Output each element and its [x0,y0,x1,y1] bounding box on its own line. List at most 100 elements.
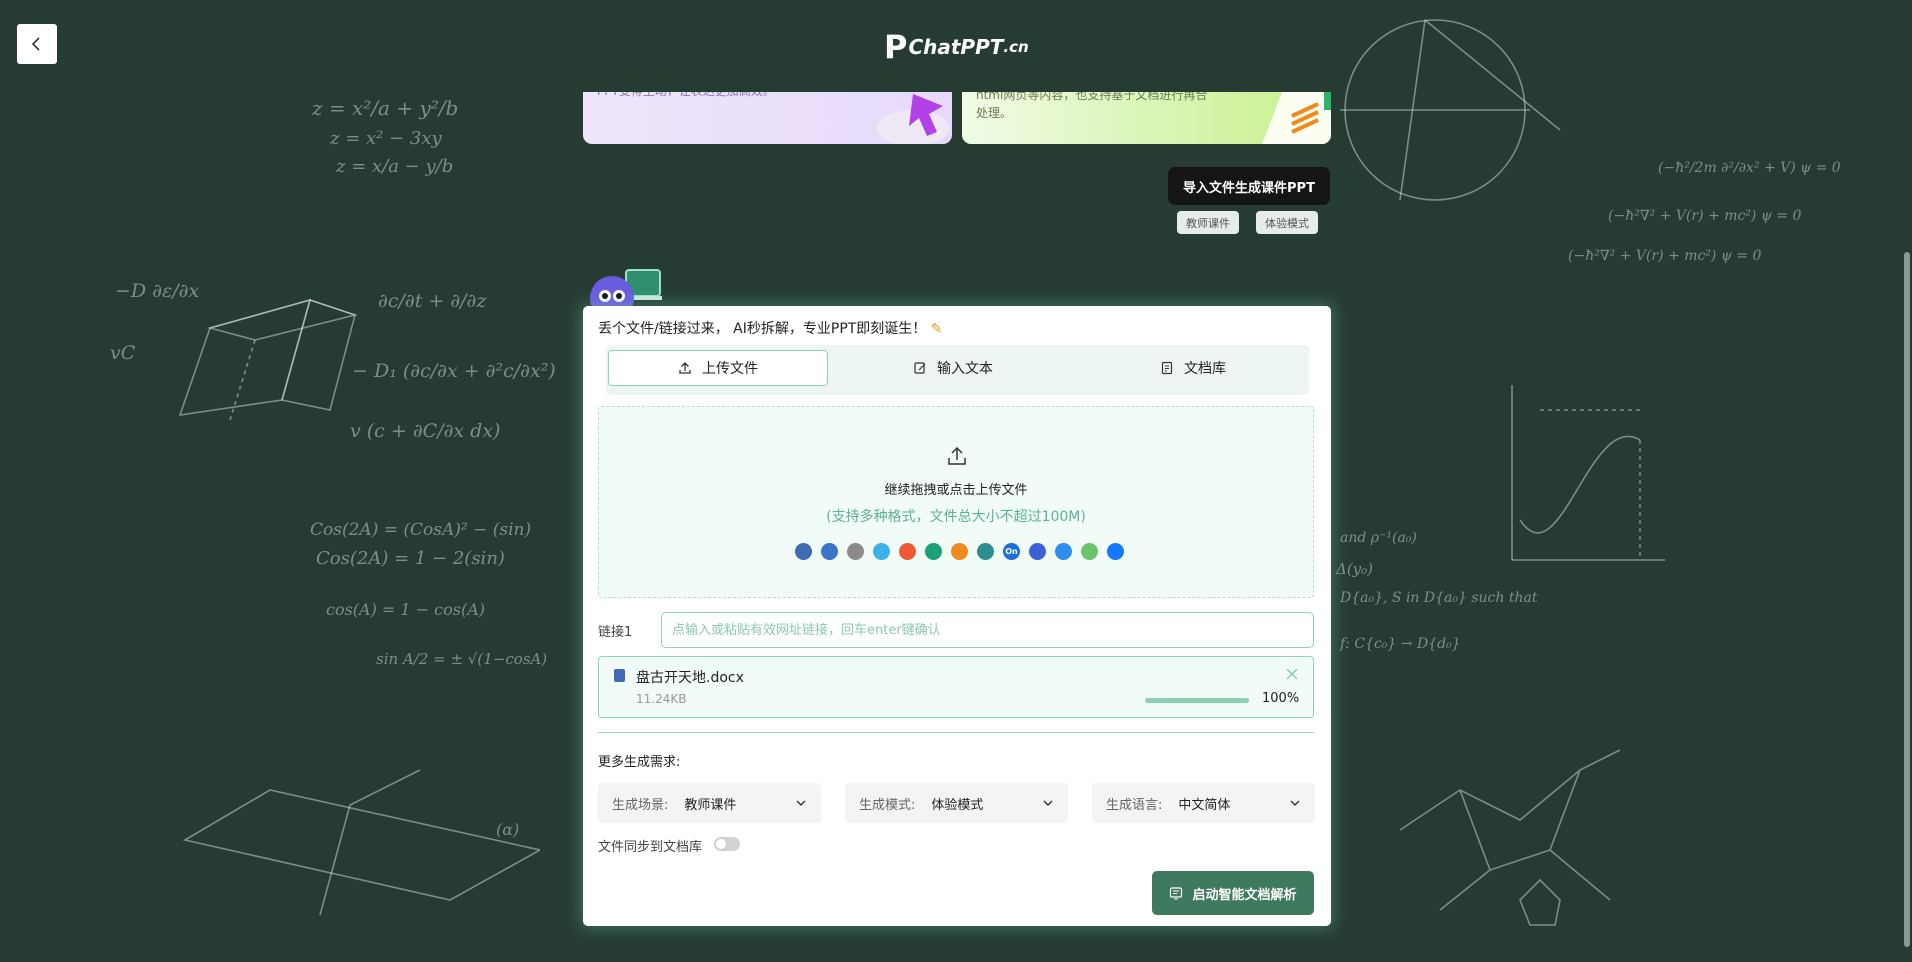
tab-document-library-label: 文档库 [1184,361,1226,377]
chalk-formula: z = x²/a + y²/b [312,96,459,120]
tag-experience-mode[interactable]: 体验模式 [1256,211,1318,234]
page-scrollbar[interactable] [1904,252,1910,947]
sync-to-library-toggle[interactable] [714,837,740,851]
upload-icon [679,362,691,374]
xmind-icon [899,543,916,560]
brush-icon: ✎ [930,321,943,337]
word-icon [795,543,812,560]
chalk-formula: and ρ⁻¹(a₀) [1340,530,1417,546]
more-options-title: 更多生成需求: [598,755,681,770]
upload-progress-fill [1145,698,1249,703]
chalk-formula: Cos(2A) = (CosA)² − (sin) [310,520,532,540]
chalk-function-graph [1511,385,1665,561]
feature-card-a[interactable]: PPT变得生动，让表达更加高效。 [583,92,952,144]
logo-suffix: .cn [1003,38,1029,56]
chalk-cube [178,298,358,421]
tab-upload-file[interactable]: 上传文件 [608,350,828,386]
chalk-formula: (α) [496,820,520,839]
chalk-formula: (−ħ²∇² + V(r) + mc²) ψ = 0 [1568,248,1762,264]
chalk-formula: v (c + ∂C/∂x dx) [350,420,501,442]
chalk-formula: cos(A) = 1 − cos(A) [326,600,486,619]
mode-select[interactable]: 生成模式: 体验模式 [845,783,1068,823]
mode-select-label: 生成模式: [859,797,916,813]
onenote-icon: On [1003,543,1020,560]
chalk-formula: f: C{c₀} → D{d₀} [1340,636,1461,652]
import-file-generate-ppt-button[interactable]: 导入文件生成课件PPT [1168,167,1330,205]
cursor-illustration-icon [877,94,949,144]
tab-upload-file-label: 上传文件 [702,361,758,377]
upload-panel: 丢个文件/链接过来， AI秒拆解，专业PPT即刻诞生！ ✎ 上传文件 输入文本 … [583,306,1331,926]
file-name: 盘古开天地.docx [636,670,744,686]
panel-title: 丢个文件/链接过来， AI秒拆解，专业PPT即刻诞生！ [598,321,927,337]
scene-select-label: 生成场景: [612,797,669,813]
chalk-formula: z = x² − 3xy [330,128,442,149]
start-parsing-label: 启动智能文档解析 [1192,887,1297,903]
ppt-icon [821,543,838,560]
logo-text: ChatPPT [908,35,1004,59]
mindmaster-icon [925,543,942,560]
scene-select-value: 教师课件 [684,797,737,813]
dropzone-main-text: 继续拖拽或点击上传文件 [884,483,1028,498]
upload-progress-text: 100% [1262,691,1300,706]
uploaded-file-item: 盘古开天地.docx 11.24KB 100% [598,656,1314,718]
chalk-formula: (−ħ²∇² + V(r) + mc²) ψ = 0 [1608,208,1802,224]
chevron-down-icon [1043,800,1053,806]
chalk-formula: −D ∂ε/∂x [115,280,200,302]
document-parse-icon [1170,887,1183,900]
tab-input-text[interactable]: 输入文本 [838,350,1068,386]
markdown-icon [977,543,994,560]
chalk-formula: Δ(y₀) [1336,560,1374,578]
feature-card-b-text-2: 处理。 [976,106,1013,120]
chalk-formula: (−ħ²/2m ∂²/∂x² + V) ψ = 0 [1658,160,1841,176]
feature-card-b-text-1: html网页等内容，也支持基于文档进行再合 [976,92,1208,102]
language-select[interactable]: 生成语言: 中文简体 [1092,783,1315,823]
document-illustration-icon [1262,92,1331,144]
back-button[interactable] [17,24,57,64]
tencent-doc-icon [1055,543,1072,560]
chalk-formula: D{a₀}, S in D{a₀} such that [1340,590,1538,606]
divider [598,732,1314,733]
start-parsing-button[interactable]: 启动智能文档解析 [1152,871,1314,915]
close-icon[interactable] [1285,667,1299,681]
chalk-formula: vC [110,342,136,364]
lark-icon [1029,543,1046,560]
supported-formats: On [795,543,1124,560]
upload-icon [948,446,966,465]
chalk-formula: Cos(2A) = 1 − 2(sin) [316,548,505,569]
chalk-plane [182,769,540,916]
cloud-icon [873,543,890,560]
file-dropzone[interactable]: 继续拖拽或点击上传文件 (支持多种格式，文件总大小不超过100M) On [598,406,1314,598]
input-tabs: 上传文件 输入文本 文档库 [606,345,1309,395]
language-select-value: 中文简体 [1178,797,1231,813]
word-file-icon [614,669,625,682]
logo-mark: P [884,28,908,66]
tab-document-library[interactable]: 文档库 [1078,350,1308,386]
toggle-knob [716,839,726,849]
tag-teacher-courseware[interactable]: 教师课件 [1177,211,1239,234]
logo: P ChatPPT .cn [884,30,1029,64]
chalk-formula: sin A/2 = ± √(1−cosA) [376,650,548,668]
document-icon [1161,361,1173,375]
butterfly-icon [951,543,968,560]
dropzone-format-hint: (支持多种格式，文件总大小不超过100M) [826,509,1086,525]
chalk-formula: − D₁ (∂c/∂x + ∂²c/∂x²) [352,360,556,382]
feature-card-b[interactable]: html网页等内容，也支持基于文档进行再合 处理。 [962,92,1331,144]
upload-progress-bar [1145,698,1249,703]
scene-select[interactable]: 生成场景: 教师课件 [598,783,821,823]
chevron-left-icon [31,37,40,51]
chalk-network-graph [1399,749,1621,926]
wechat-icon [1081,543,1098,560]
chalk-circle [1340,19,1561,201]
chevron-down-icon [1290,800,1300,806]
link-input[interactable] [661,612,1314,648]
chalk-formula: ∂c/∂t + ∂/∂z [378,290,487,312]
dingtalk-icon [1107,543,1124,560]
sync-to-library-label: 文件同步到文档库 [598,840,703,855]
language-select-label: 生成语言: [1106,797,1163,813]
file-size: 11.24KB [636,692,687,706]
mode-select-value: 体验模式 [931,797,984,813]
tab-input-text-label: 输入文本 [937,361,993,377]
chalk-formula: z = x/a − y/b [336,156,454,177]
feature-card-a-text: PPT变得生动，让表达更加高效。 [597,92,847,100]
txt-icon [847,543,864,560]
